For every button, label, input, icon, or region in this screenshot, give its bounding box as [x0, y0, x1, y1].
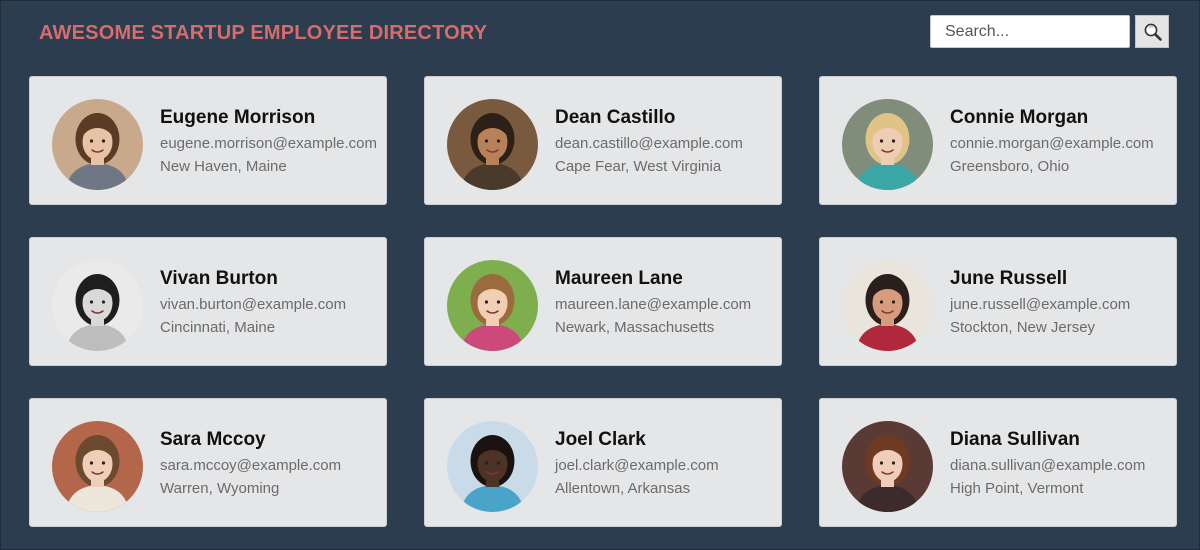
employee-email: maureen.lane@example.com	[555, 296, 752, 313]
employee-avatar	[52, 260, 143, 351]
employee-name: Diana Sullivan	[950, 429, 1080, 450]
employee-name: Joel Clark	[555, 429, 646, 450]
employee-location: Cincinnati, Maine	[160, 319, 276, 336]
employee-email: connie.morgan@example.com	[950, 135, 1154, 152]
employee-name: Sara Mccoy	[160, 429, 266, 450]
employee-avatar	[842, 260, 933, 351]
employee-location: New Haven, Maine	[160, 158, 287, 175]
search-button[interactable]	[1135, 15, 1169, 48]
employee-location: Warren, Wyoming	[160, 480, 280, 497]
header: AWESOME STARTUP EMPLOYEE DIRECTORY	[0, 0, 1200, 70]
employee-card[interactable]: Eugene Morrison eugene.morrison@example.…	[29, 76, 387, 205]
employee-name: Maureen Lane	[555, 268, 683, 289]
employee-location: Greensboro, Ohio	[950, 158, 1070, 175]
employee-email: dean.castillo@example.com	[555, 135, 743, 152]
employee-location: Newark, Massachusetts	[555, 319, 715, 336]
search-input[interactable]	[930, 15, 1130, 48]
employee-card[interactable]: Vivan Burton vivan.burton@example.com Ci…	[29, 237, 387, 366]
employee-name: Connie Morgan	[950, 107, 1089, 128]
page-title: AWESOME STARTUP EMPLOYEE DIRECTORY	[39, 22, 488, 44]
employee-avatar	[447, 260, 538, 351]
employee-avatar	[842, 421, 933, 512]
employee-email: joel.clark@example.com	[555, 457, 719, 474]
employee-card[interactable]: Sara Mccoy sara.mccoy@example.com Warren…	[29, 398, 387, 527]
employee-email: june.russell@example.com	[950, 296, 1131, 313]
employee-card[interactable]: Maureen Lane maureen.lane@example.com Ne…	[424, 237, 782, 366]
employee-avatar	[52, 99, 143, 190]
employee-location: Stockton, New Jersey	[950, 319, 1096, 336]
employee-location: Allentown, Arkansas	[555, 480, 691, 497]
employee-name: June Russell	[950, 268, 1068, 289]
employee-avatar	[842, 99, 933, 190]
employee-card[interactable]: Diana Sullivan diana.sullivan@example.co…	[819, 398, 1177, 527]
employee-email: vivan.burton@example.com	[160, 296, 347, 313]
employee-grid: Eugene Morrison eugene.morrison@example.…	[29, 76, 1179, 529]
employee-card[interactable]: Dean Castillo dean.castillo@example.com …	[424, 76, 782, 205]
employee-email: sara.mccoy@example.com	[160, 457, 342, 474]
employee-avatar	[447, 99, 538, 190]
employee-email: diana.sullivan@example.com	[950, 457, 1146, 474]
employee-name: Eugene Morrison	[160, 107, 316, 128]
employee-card[interactable]: Joel Clark joel.clark@example.com Allent…	[424, 398, 782, 527]
employee-location: High Point, Vermont	[950, 480, 1084, 497]
employee-email: eugene.morrison@example.com	[160, 135, 377, 152]
employee-avatar	[52, 421, 143, 512]
employee-card[interactable]: Connie Morgan connie.morgan@example.com …	[819, 76, 1177, 205]
employee-name: Dean Castillo	[555, 107, 676, 128]
employee-location: Cape Fear, West Virginia	[555, 158, 722, 175]
employee-name: Vivan Burton	[160, 268, 278, 289]
employee-avatar	[447, 421, 538, 512]
magnifier-icon	[1144, 23, 1162, 41]
employee-card[interactable]: June Russell june.russell@example.com St…	[819, 237, 1177, 366]
